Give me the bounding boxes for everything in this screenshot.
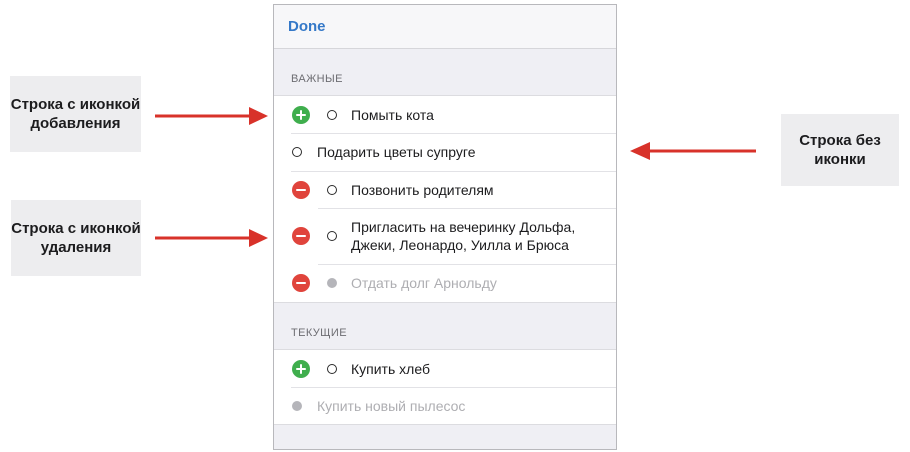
list-row[interactable]: Отдать долг Арнольду: [274, 264, 616, 302]
section-header-current: ТЕКУЩИЕ: [291, 327, 347, 339]
callout-add-row: Строка с иконкой добавления: [10, 76, 141, 152]
navigation-bar: Done: [274, 5, 616, 49]
empty-circle-icon[interactable]: [327, 184, 337, 195]
task-text: Купить новый пылесос: [317, 397, 466, 414]
list-row[interactable]: Позвонить родителям: [274, 171, 616, 208]
list-row[interactable]: Купить новый пылесос: [274, 387, 616, 424]
empty-circle-icon[interactable]: [327, 363, 337, 374]
phone-screen: Done ВАЖНЫЕ Помыть кота Подарить цветы с…: [273, 4, 617, 450]
callout-remove-row: Строка с иконкой удаления: [11, 200, 141, 276]
empty-circle-icon[interactable]: [292, 147, 302, 157]
arrow-icon: [155, 229, 268, 247]
important-list: Помыть кота Подарить цветы супруге Позво…: [274, 95, 616, 303]
plus-circle-icon[interactable]: [292, 105, 310, 124]
list-row[interactable]: Купить хлеб: [274, 350, 616, 387]
task-text: Подарить цветы супруге: [317, 144, 476, 160]
list-row[interactable]: Пригласить на вечеринку Дольфа, Джеки, Л…: [274, 208, 616, 264]
task-text: Купить хлеб: [351, 360, 430, 377]
filled-circle-icon[interactable]: [292, 400, 302, 411]
arrow-icon: [155, 107, 268, 125]
task-text: Отдать долг Арнольду: [351, 275, 497, 291]
current-list: Купить хлеб Купить новый пылесос: [274, 349, 616, 425]
minus-circle-icon[interactable]: [292, 180, 310, 199]
list-row[interactable]: Подарить цветы супруге: [274, 133, 616, 171]
section-header-important: ВАЖНЫЕ: [291, 73, 343, 85]
filled-circle-icon[interactable]: [327, 278, 337, 288]
task-text: Пригласить на вечеринку Дольфа, Джеки, Л…: [351, 219, 576, 253]
plus-circle-icon[interactable]: [292, 359, 310, 378]
task-text: Позвонить родителям: [351, 181, 494, 198]
minus-circle-icon[interactable]: [292, 274, 310, 292]
callout-plain-row: Строка без иконки: [781, 114, 899, 186]
empty-circle-icon[interactable]: [327, 109, 337, 120]
task-text: Помыть кота: [351, 106, 434, 123]
empty-circle-icon[interactable]: [327, 231, 337, 241]
minus-circle-icon[interactable]: [292, 227, 310, 245]
list-row[interactable]: Помыть кота: [274, 96, 616, 133]
arrow-icon: [630, 142, 756, 160]
done-button[interactable]: Done: [288, 18, 326, 35]
